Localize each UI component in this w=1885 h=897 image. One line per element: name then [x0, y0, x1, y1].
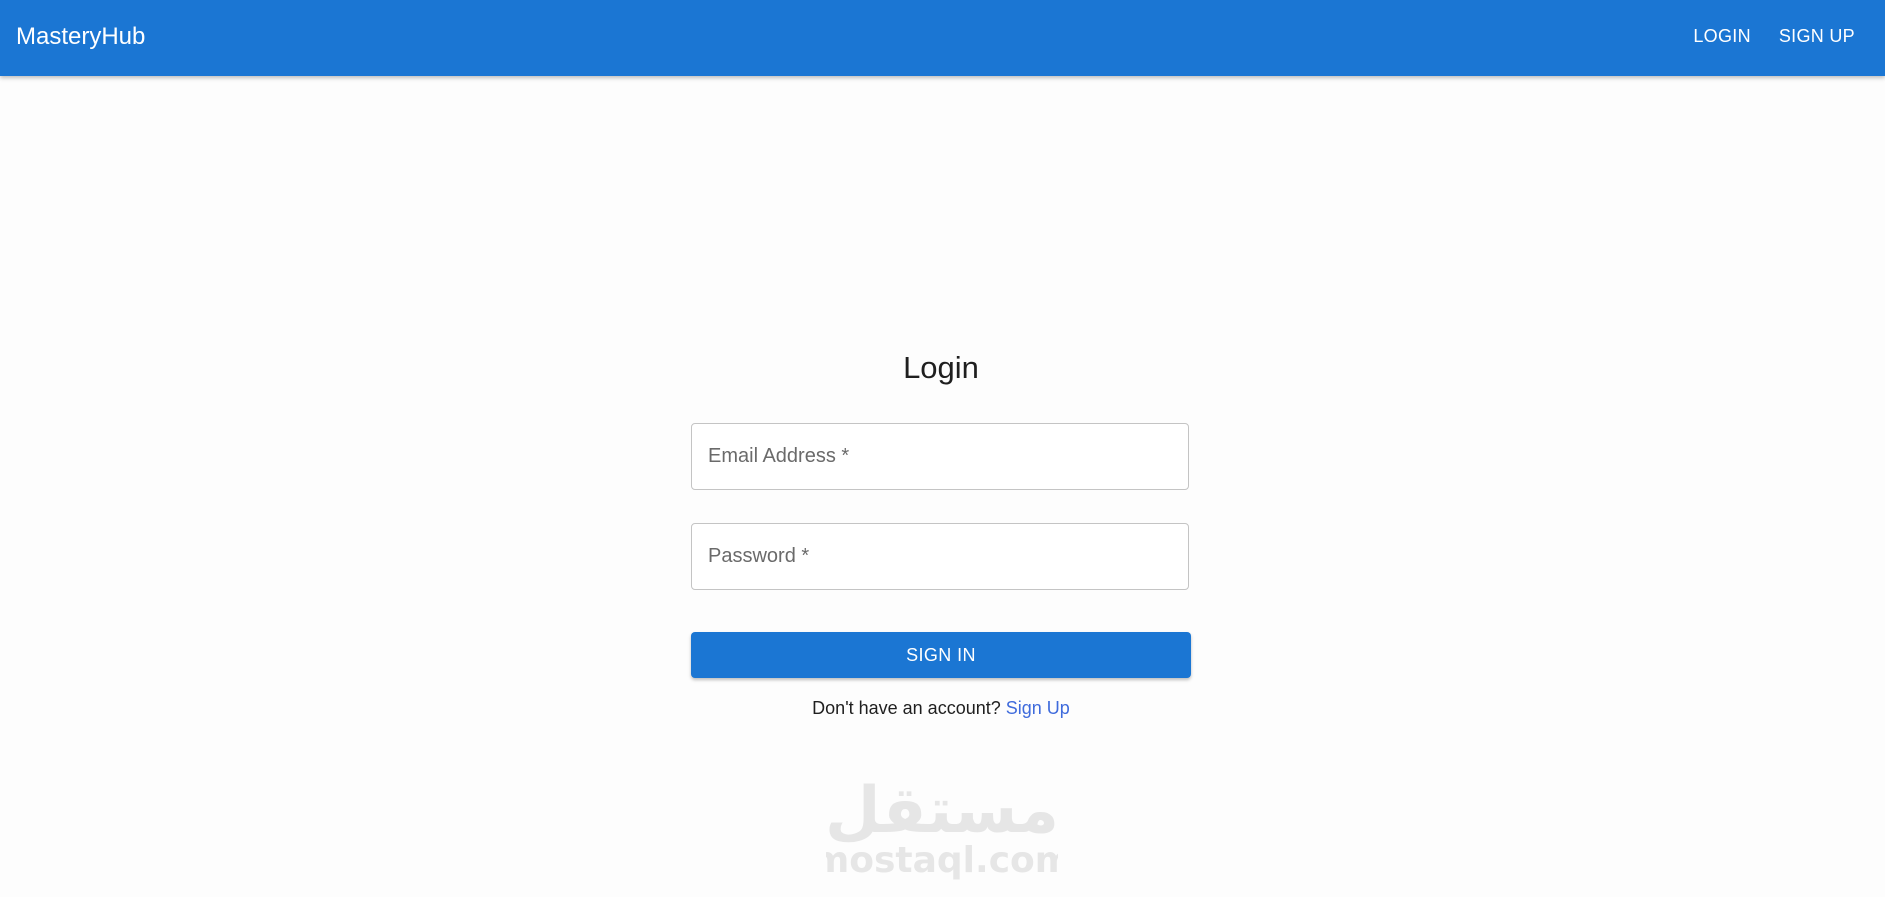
signup-prompt-text: Don't have an account?: [812, 698, 1001, 718]
page-title: Login: [903, 350, 979, 385]
mostaql-watermark-logo: مستقل mostaql.com: [826, 774, 1058, 881]
nav-login-link[interactable]: LOGIN: [1683, 18, 1761, 55]
signup-prompt: Don't have an account? Sign Up: [691, 698, 1191, 719]
nav-signup-link[interactable]: SIGN UP: [1769, 18, 1865, 55]
watermark-arabic: مستقل: [826, 774, 1058, 848]
brand-title[interactable]: MasteryHub: [16, 0, 145, 74]
email-input[interactable]: [692, 424, 1188, 489]
signup-link[interactable]: Sign Up: [1006, 698, 1070, 718]
app-bar: MasteryHub LOGIN SIGN UP: [0, 0, 1885, 76]
top-nav: LOGIN SIGN UP: [1675, 0, 1885, 72]
password-field[interactable]: [691, 523, 1189, 590]
password-input[interactable]: [692, 524, 1188, 589]
watermark-latin: mostaql.com: [826, 840, 1058, 881]
sign-in-button[interactable]: SIGN IN: [691, 632, 1191, 678]
email-field[interactable]: [691, 423, 1189, 490]
